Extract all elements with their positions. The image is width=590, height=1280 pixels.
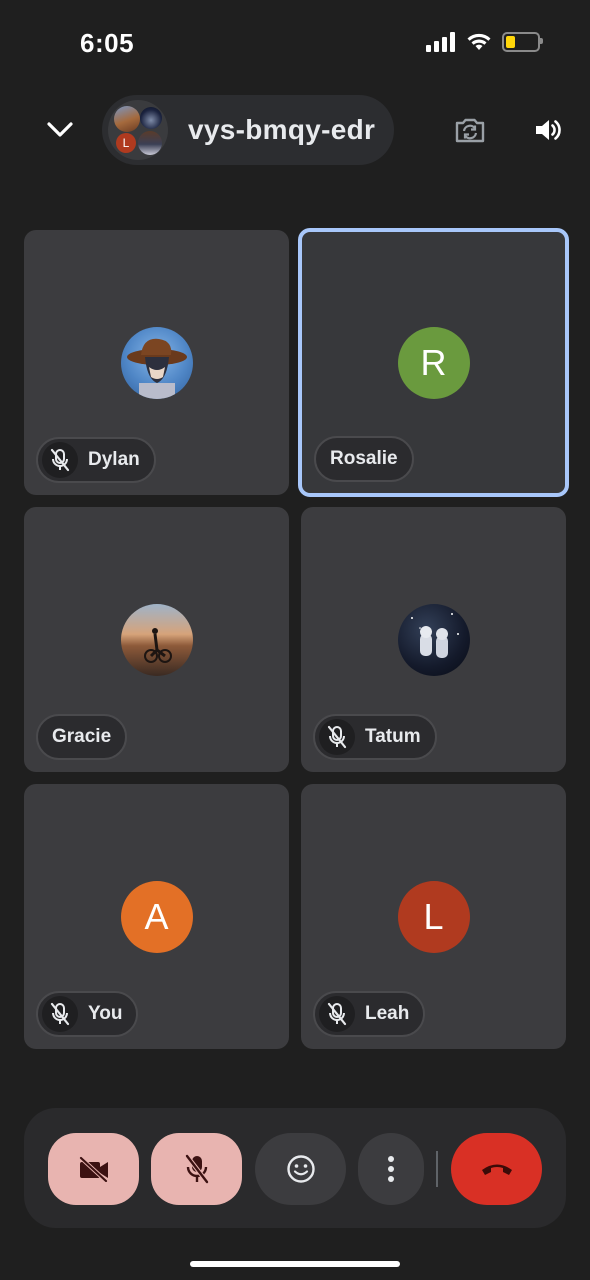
controls-divider: [436, 1151, 438, 1187]
participant-name: Tatum: [365, 726, 421, 747]
switch-camera-button[interactable]: [452, 112, 488, 148]
participant-name-chip: Rosalie: [314, 436, 414, 482]
reactions-button[interactable]: [255, 1133, 346, 1205]
avatar: [120, 603, 193, 676]
participant-name-chip: Tatum: [313, 714, 437, 760]
more-options-button[interactable]: [358, 1133, 424, 1205]
participant-tile-leah[interactable]: L Leah: [301, 784, 566, 1049]
status-icons: [426, 32, 543, 52]
cellular-signal-icon: [426, 32, 455, 52]
muted-indicator: [319, 996, 355, 1032]
end-call-button[interactable]: [451, 1133, 542, 1205]
meeting-info-pill[interactable]: L vys-bmqy-edr: [102, 95, 394, 165]
participant-name-chip: You: [36, 991, 139, 1037]
participant-name-chip: Dylan: [36, 437, 156, 483]
participant-tile-you[interactable]: A You: [24, 784, 289, 1049]
avatar: [120, 326, 193, 399]
mic-toggle-button[interactable]: [151, 1133, 242, 1205]
participant-name-chip: Leah: [313, 991, 426, 1037]
audio-output-button[interactable]: [530, 112, 566, 148]
muted-indicator: [319, 719, 355, 755]
mic-off-icon: [50, 1002, 70, 1026]
call-controls-bar: [24, 1108, 566, 1228]
avatar-photo-icon: [126, 338, 187, 399]
participant-tile-gracie[interactable]: Gracie: [24, 507, 289, 772]
avatar-letter: A: [120, 880, 193, 953]
avatar: [397, 603, 470, 676]
participant-tile-dylan[interactable]: Dylan: [24, 230, 289, 495]
wifi-icon: [467, 33, 491, 50]
call-header: L vys-bmqy-edr: [0, 95, 590, 165]
cluster-avatar-anime: [138, 131, 162, 155]
participant-name-chip: Gracie: [36, 714, 128, 760]
end-call-icon: [481, 1164, 512, 1175]
participant-name: Leah: [365, 1003, 410, 1024]
speaker-icon: [536, 120, 561, 140]
participant-name: Gracie: [52, 726, 112, 747]
avatar-letter: R: [397, 326, 470, 399]
more-vert-icon: [388, 1156, 394, 1182]
meeting-code: vys-bmqy-edr: [188, 114, 376, 145]
participants-avatar-cluster: L: [108, 100, 168, 160]
avatar-photo-icon: [143, 627, 172, 663]
cluster-avatar-letter: L: [116, 133, 136, 153]
cluster-avatar-desert: [114, 106, 140, 132]
cluster-avatar-space: [140, 107, 162, 129]
muted-indicator: [42, 442, 78, 478]
mic-off-icon: [327, 725, 347, 749]
camera-off-icon: [79, 1156, 108, 1182]
chevron-down-icon: [47, 122, 73, 137]
mic-off-icon: [50, 448, 70, 472]
participant-name: You: [88, 1003, 123, 1024]
switch-camera-icon: [455, 118, 485, 143]
emoji-icon: [286, 1155, 315, 1183]
participant-tile-tatum[interactable]: Tatum: [301, 507, 566, 772]
battery-icon: [502, 32, 543, 52]
muted-indicator: [42, 996, 78, 1032]
camera-toggle-button[interactable]: [48, 1133, 139, 1205]
participant-name: Rosalie: [330, 448, 398, 469]
participant-tile-rosalie[interactable]: R Rosalie: [298, 228, 569, 497]
avatar-letter: L: [397, 880, 470, 953]
status-time: 6:05: [80, 28, 135, 58]
home-indicator[interactable]: [190, 1261, 400, 1267]
collapse-button[interactable]: [40, 110, 80, 150]
avatar-photo-icon: [410, 612, 459, 658]
participant-name: Dylan: [88, 449, 140, 470]
mic-off-icon: [327, 1002, 347, 1026]
mic-off-icon: [184, 1154, 209, 1184]
